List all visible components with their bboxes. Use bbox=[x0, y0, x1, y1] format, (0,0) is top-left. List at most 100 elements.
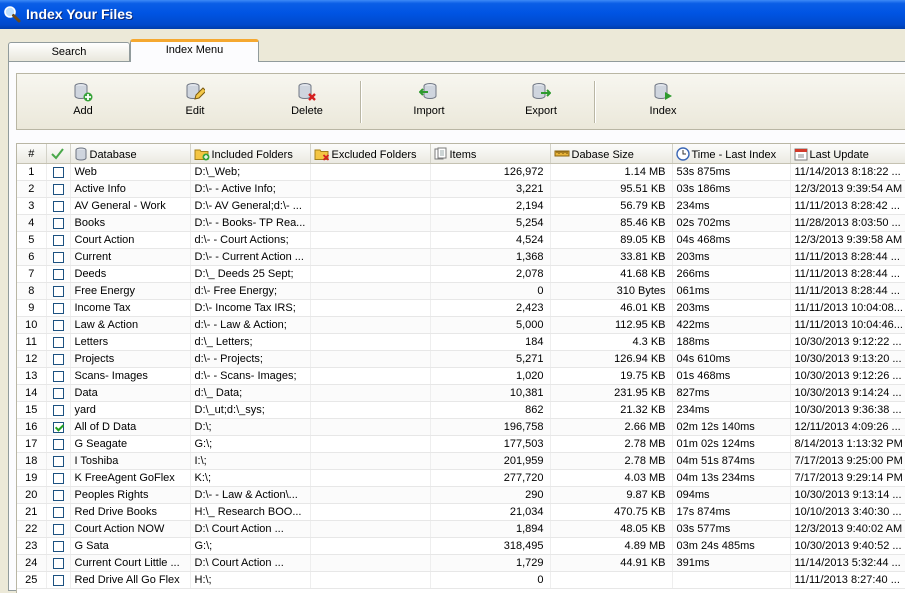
table-row[interactable]: 13 Scans- Images d:\- - Scans- Images; 1,02… bbox=[17, 367, 905, 385]
included-folders[interactable]: H:\; bbox=[190, 571, 311, 589]
included-folders[interactable]: G:\; bbox=[190, 537, 311, 555]
included-folders[interactable]: d:\_ Data; bbox=[190, 384, 311, 402]
tab-index-menu[interactable]: Index Menu bbox=[130, 39, 259, 62]
database-name[interactable]: All of D Data bbox=[70, 418, 191, 436]
export-button[interactable]: Export bbox=[501, 80, 581, 124]
database-name[interactable]: Income Tax bbox=[70, 299, 191, 317]
row-checkbox[interactable] bbox=[52, 438, 64, 450]
table-row[interactable]: 14 Data d:\_ Data; 10,381 231.95 KB 827ms 10/3… bbox=[17, 384, 905, 402]
included-folders[interactable]: D:\ Court Action ... bbox=[190, 554, 311, 572]
row-checkbox[interactable] bbox=[52, 421, 64, 433]
excluded-folders[interactable] bbox=[310, 418, 431, 436]
database-name[interactable]: I Toshiba bbox=[70, 452, 191, 470]
excluded-folders[interactable] bbox=[310, 554, 431, 572]
table-row[interactable]: 15 yard D:\_ut;d:\_sys; 862 21.32 KB 234ms 10/… bbox=[17, 401, 905, 419]
excluded-folders[interactable] bbox=[310, 248, 431, 266]
database-name[interactable]: Active Info bbox=[70, 180, 191, 198]
included-folders[interactable]: D:\_Web; bbox=[190, 163, 311, 181]
column-header-database[interactable]: Database bbox=[70, 144, 191, 164]
excluded-folders[interactable] bbox=[310, 180, 431, 198]
database-name[interactable]: K FreeAgent GoFlex bbox=[70, 469, 191, 487]
column-header-size[interactable]: Dabase Size bbox=[550, 144, 673, 164]
table-row[interactable]: 23 G Sata G:\; 318,495 4.89 MB 03m 24s 485ms 1… bbox=[17, 537, 905, 555]
row-checkbox-cell[interactable] bbox=[46, 214, 71, 232]
table-row[interactable]: 18 I Toshiba I:\; 201,959 2.78 MB 04m 51s 874… bbox=[17, 452, 905, 470]
table-row[interactable]: 1 Web D:\_Web; 126,972 1.14 MB 53s 875ms 11/14… bbox=[17, 163, 905, 181]
column-header-included[interactable]: Included Folders bbox=[190, 144, 311, 164]
table-row[interactable]: 22 Court Action NOW D:\ Court Action ... 1,… bbox=[17, 520, 905, 538]
row-checkbox[interactable] bbox=[52, 353, 64, 365]
row-checkbox[interactable] bbox=[52, 319, 64, 331]
database-name[interactable]: Scans- Images bbox=[70, 367, 191, 385]
row-checkbox-cell[interactable] bbox=[46, 520, 71, 538]
excluded-folders[interactable] bbox=[310, 214, 431, 232]
row-checkbox-cell[interactable] bbox=[46, 248, 71, 266]
row-checkbox-cell[interactable] bbox=[46, 333, 71, 351]
excluded-folders[interactable] bbox=[310, 486, 431, 504]
excluded-folders[interactable] bbox=[310, 503, 431, 521]
column-header-update[interactable]: Last Update bbox=[790, 144, 905, 164]
index-button[interactable]: Index bbox=[623, 80, 703, 124]
included-folders[interactable]: d:\- - Law & Action; bbox=[190, 316, 311, 334]
row-checkbox-cell[interactable] bbox=[46, 197, 71, 215]
row-checkbox-cell[interactable] bbox=[46, 418, 71, 436]
row-checkbox[interactable] bbox=[52, 455, 64, 467]
row-checkbox-cell[interactable] bbox=[46, 163, 71, 181]
table-row[interactable]: 17 G Seagate G:\; 177,503 2.78 MB 01m 02s 124… bbox=[17, 435, 905, 453]
row-checkbox-cell[interactable] bbox=[46, 316, 71, 334]
included-folders[interactable]: G:\; bbox=[190, 435, 311, 453]
delete-button[interactable]: Delete bbox=[267, 80, 347, 124]
database-name[interactable]: Red Drive All Go Flex bbox=[70, 571, 191, 589]
database-name[interactable]: Deeds bbox=[70, 265, 191, 283]
excluded-folders[interactable] bbox=[310, 571, 431, 589]
included-folders[interactable]: D:\_ut;d:\_sys; bbox=[190, 401, 311, 419]
row-checkbox[interactable] bbox=[52, 404, 64, 416]
excluded-folders[interactable] bbox=[310, 316, 431, 334]
row-checkbox-cell[interactable] bbox=[46, 231, 71, 249]
excluded-folders[interactable] bbox=[310, 452, 431, 470]
database-name[interactable]: Projects bbox=[70, 350, 191, 368]
row-checkbox[interactable] bbox=[52, 489, 64, 501]
database-name[interactable]: Red Drive Books bbox=[70, 503, 191, 521]
included-folders[interactable]: D:\- AV General;d:\- ... bbox=[190, 197, 311, 215]
row-checkbox-cell[interactable] bbox=[46, 486, 71, 504]
table-row[interactable]: 19 K FreeAgent GoFlex K:\; 277,720 4.03 MB 04… bbox=[17, 469, 905, 487]
database-name[interactable]: AV General - Work bbox=[70, 197, 191, 215]
database-name[interactable]: Peoples Rights bbox=[70, 486, 191, 504]
row-checkbox[interactable] bbox=[52, 217, 64, 229]
included-folders[interactable]: I:\; bbox=[190, 452, 311, 470]
row-checkbox[interactable] bbox=[52, 166, 64, 178]
included-folders[interactable]: H:\_ Research BOO... bbox=[190, 503, 311, 521]
excluded-folders[interactable] bbox=[310, 197, 431, 215]
row-checkbox[interactable] bbox=[52, 506, 64, 518]
included-folders[interactable]: D:\_ Deeds 25 Sept; bbox=[190, 265, 311, 283]
included-folders[interactable]: d:\- - Court Actions; bbox=[190, 231, 311, 249]
edit-button[interactable]: Edit bbox=[155, 80, 235, 124]
table-row[interactable]: 8 Free Energy d:\- Free Energy; 0 310 Bytes 0… bbox=[17, 282, 905, 300]
excluded-folders[interactable] bbox=[310, 384, 431, 402]
row-checkbox[interactable] bbox=[52, 574, 64, 586]
excluded-folders[interactable] bbox=[310, 163, 431, 181]
table-row[interactable]: 25 Red Drive All Go Flex H:\; 0 11/11/2013 8… bbox=[17, 571, 905, 589]
row-checkbox-cell[interactable] bbox=[46, 401, 71, 419]
database-name[interactable]: Letters bbox=[70, 333, 191, 351]
row-checkbox-cell[interactable] bbox=[46, 452, 71, 470]
row-checkbox-cell[interactable] bbox=[46, 571, 71, 589]
table-row[interactable]: 7 Deeds D:\_ Deeds 25 Sept; 2,078 41.68 KB 26… bbox=[17, 265, 905, 283]
table-row[interactable]: 4 Books D:\- - Books- TP Rea... 5,254 85.46 … bbox=[17, 214, 905, 232]
row-checkbox[interactable] bbox=[52, 557, 64, 569]
row-checkbox[interactable] bbox=[52, 336, 64, 348]
included-folders[interactable]: d:\- Free Energy; bbox=[190, 282, 311, 300]
excluded-folders[interactable] bbox=[310, 265, 431, 283]
table-row[interactable]: 9 Income Tax D:\- Income Tax IRS; 2,423 46.0… bbox=[17, 299, 905, 317]
column-header-items[interactable]: Items bbox=[430, 144, 551, 164]
excluded-folders[interactable] bbox=[310, 367, 431, 385]
column-header-time[interactable]: Time - Last Index bbox=[672, 144, 791, 164]
column-header-check[interactable] bbox=[46, 144, 71, 164]
included-folders[interactable]: d:\- - Scans- Images; bbox=[190, 367, 311, 385]
table-row[interactable]: 6 Current D:\- - Current Action ... 1,368 33… bbox=[17, 248, 905, 266]
column-header-num[interactable]: # bbox=[17, 144, 47, 164]
table-row[interactable]: 2 Active Info D:\- - Active Info; 3,221 95.5… bbox=[17, 180, 905, 198]
database-name[interactable]: Free Energy bbox=[70, 282, 191, 300]
included-folders[interactable]: D:\; bbox=[190, 418, 311, 436]
